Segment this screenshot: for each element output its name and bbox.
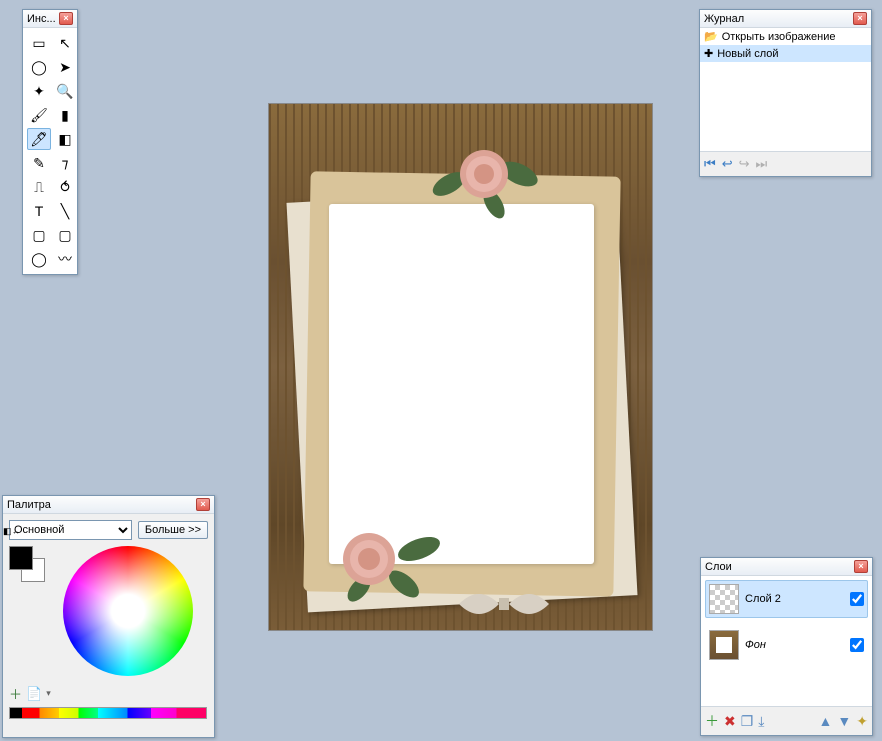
tool-brush[interactable]: 🖌 <box>27 104 51 126</box>
add-layer-icon[interactable]: ＋ <box>705 711 719 731</box>
journal-item[interactable]: 📂 Открыть изображение <box>700 28 871 45</box>
palette-panel: Палитра × Основной Больше >> ◧↔ ＋ 📄 ▾ <box>2 495 215 738</box>
history-first-icon[interactable]: ⏮ <box>704 156 716 172</box>
palette-titlebar[interactable]: Палитра × <box>3 496 214 514</box>
tool-rect[interactable]: ▢ <box>27 224 51 246</box>
layer-name-label: Слой 2 <box>745 593 844 605</box>
history-redo-icon[interactable]: ↪ <box>739 156 750 172</box>
layers-title: Слои <box>705 561 732 573</box>
tool-ellipse[interactable]: ◯ <box>27 248 51 270</box>
expand-icon[interactable]: ▾ <box>46 688 51 699</box>
layer-visibility-checkbox[interactable] <box>850 638 864 652</box>
close-icon[interactable]: × <box>59 12 73 25</box>
tool-rounded-rect[interactable]: ▢ <box>53 224 77 246</box>
tools-titlebar[interactable]: Инс... × <box>23 10 77 28</box>
layers-list: Слой 2 Фон <box>701 576 872 706</box>
tools-title: Инс... <box>27 13 56 25</box>
close-icon[interactable]: × <box>853 12 867 25</box>
layers-toolbar: ＋ ✖ ❐ ⤓ ▲ ▼ ✦ <box>701 706 872 735</box>
layer-visibility-checkbox[interactable] <box>850 592 864 606</box>
journal-item-label: Новый слой <box>717 48 778 60</box>
palette-doc-icon[interactable]: 📄 <box>26 686 42 702</box>
layers-titlebar[interactable]: Слои × <box>701 558 872 576</box>
move-up-icon[interactable]: ▲ <box>819 713 833 729</box>
layers-panel: Слои × Слой 2 Фон ＋ ✖ ❐ ⤓ ▲ ▼ ✦ <box>700 557 873 736</box>
color-strip[interactable] <box>9 707 207 719</box>
history-undo-icon[interactable]: ↩ <box>722 156 733 172</box>
journal-list: 📂 Открыть изображение ✚ Новый слой <box>700 28 871 152</box>
close-icon[interactable]: × <box>196 498 210 511</box>
tool-freeform[interactable]: 〰 <box>53 248 77 270</box>
tool-eraser[interactable]: ◧ <box>53 128 77 150</box>
duplicate-layer-icon[interactable]: ❐ <box>741 713 754 730</box>
layer-name-label: Фон <box>745 639 844 651</box>
tool-clone[interactable]: ⥀ <box>53 176 77 198</box>
history-last-icon[interactable]: ⏭ <box>756 156 768 172</box>
journal-item-label: Открыть изображение <box>722 31 836 43</box>
properties-icon[interactable]: ✦ <box>856 713 868 730</box>
reset-swatch-icon[interactable]: ◧↔ <box>3 526 21 537</box>
journal-title: Журнал <box>704 13 744 25</box>
tool-grid: ▭↖◯➤✦🔍🖌▮🖊◧✎⁊⎍⥀T╲▢▢◯〰 <box>23 28 77 274</box>
close-icon[interactable]: × <box>854 560 868 573</box>
primary-color-swatch[interactable] <box>9 546 33 570</box>
tool-marquee-rect[interactable]: ▭ <box>27 32 51 54</box>
layer-row[interactable]: Фон <box>705 626 868 664</box>
tool-stamp[interactable]: ⎍ <box>27 176 51 198</box>
tool-paint-brush[interactable]: 🖊 <box>27 128 51 150</box>
tool-line[interactable]: ╲ <box>53 200 77 222</box>
journal-titlebar[interactable]: Журнал × <box>700 10 871 28</box>
journal-nav: ⏮ ↩ ↪ ⏭ <box>700 152 871 176</box>
layer-row[interactable]: Слой 2 <box>705 580 868 618</box>
tool-zoom[interactable]: 🔍 <box>53 80 77 102</box>
tool-pointer[interactable]: ➤ <box>53 56 77 78</box>
tool-move[interactable]: ↖ <box>53 32 77 54</box>
tool-magic-wand[interactable]: ✦ <box>27 80 51 102</box>
color-swatches[interactable] <box>9 546 43 580</box>
merge-down-icon[interactable]: ⤓ <box>758 713 764 730</box>
layer-add-icon: ✚ <box>704 47 713 60</box>
layer-thumbnail <box>709 630 739 660</box>
delete-layer-icon[interactable]: ✖ <box>724 713 736 730</box>
journal-panel: Журнал × 📂 Открыть изображение ✚ Новый слой… <box>699 9 872 177</box>
tools-panel: Инс... × ▭↖◯➤✦🔍🖌▮🖊◧✎⁊⎍⥀T╲▢▢◯〰 <box>22 9 78 275</box>
layer-thumbnail <box>709 584 739 614</box>
add-color-icon[interactable]: ＋ <box>9 684 22 703</box>
palette-title: Палитра <box>7 499 51 511</box>
move-down-icon[interactable]: ▼ <box>837 713 851 729</box>
tool-text[interactable]: T <box>27 200 51 222</box>
journal-item[interactable]: ✚ Новый слой <box>700 45 871 62</box>
tool-gradient[interactable]: ▮ <box>53 104 77 126</box>
tool-dropper[interactable]: ⁊ <box>53 152 77 174</box>
color-mode-select[interactable]: Основной <box>9 520 132 540</box>
tool-pencil[interactable]: ✎ <box>27 152 51 174</box>
folder-icon: 📂 <box>704 30 718 43</box>
canvas[interactable] <box>268 103 653 631</box>
color-wheel[interactable] <box>63 546 193 676</box>
more-button[interactable]: Больше >> <box>138 521 208 539</box>
tool-lasso[interactable]: ◯ <box>27 56 51 78</box>
